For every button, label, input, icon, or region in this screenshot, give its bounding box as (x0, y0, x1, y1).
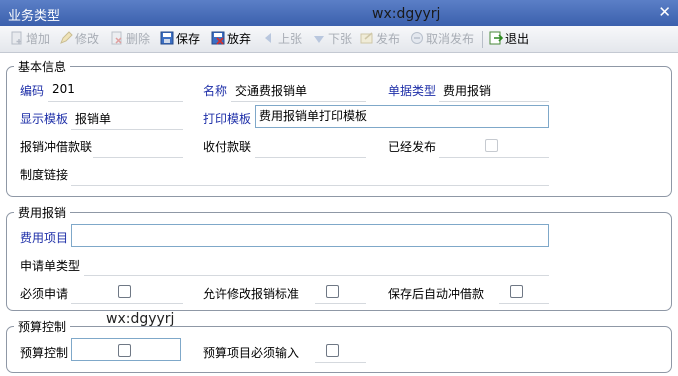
must-apply-checkbox[interactable] (118, 285, 131, 298)
print-template-label: 打印模板 (203, 112, 252, 126)
publish-icon (360, 32, 373, 44)
watermark-secondary: wx:dgyyrj (106, 311, 175, 327)
allow-modify-checkbox[interactable] (326, 285, 339, 298)
save-label: 保存 (176, 32, 201, 46)
save-button[interactable]: 保存 (160, 30, 200, 49)
offset-loan-underline (93, 157, 183, 158)
code-field[interactable]: 201 (52, 82, 75, 96)
delete-label: 删除 (126, 32, 151, 46)
published-label: 已经发布 (388, 140, 437, 154)
toolbar: 增加 修改 删除 保存 放弃 上张 下张 发布 取消发布 退出 (0, 26, 678, 53)
allow-modify-label: 允许修改报销标准 (203, 287, 300, 301)
add-label: 增加 (26, 32, 51, 46)
expense-legend: 费用报销 (14, 204, 71, 221)
name-label: 名称 (203, 84, 228, 98)
payment-label: 收付款联 (203, 140, 252, 154)
published-checkbox[interactable] (485, 139, 498, 152)
auto-offset-label: 保存后自动冲借款 (388, 287, 485, 301)
next-label: 下张 (328, 32, 353, 46)
close-icon[interactable]: ✕ (658, 3, 671, 21)
add-icon (11, 31, 22, 45)
arrow-left-icon (265, 33, 271, 43)
must-apply-underline (71, 303, 183, 304)
basic-info-legend: 基本信息 (14, 58, 71, 75)
display-template-field[interactable]: 报销单 (75, 110, 111, 127)
delete-icon (111, 31, 122, 45)
edit-button[interactable]: 修改 (59, 30, 99, 49)
must-apply-label: 必须申请 (20, 287, 69, 301)
discard-label: 放弃 (227, 32, 252, 46)
budget-legend: 预算控制 (14, 318, 71, 335)
exit-button[interactable]: 退出 (489, 30, 529, 49)
toolbar-separator (482, 31, 483, 48)
title-bar: 业务类型 ✕ (0, 0, 678, 26)
publish-button[interactable]: 发布 (360, 30, 400, 49)
budget-item-required-underline (315, 362, 366, 363)
discard-button[interactable]: 放弃 (211, 30, 251, 49)
doc-type-underline (439, 101, 549, 102)
payment-underline (255, 157, 366, 158)
expense-item-input[interactable] (71, 224, 549, 247)
allow-modify-underline (315, 303, 366, 304)
exit-label: 退出 (505, 32, 530, 46)
name-field[interactable]: 交通费报销单 (235, 82, 307, 99)
display-template-underline (71, 129, 183, 130)
request-type-label: 申请单类型 (20, 259, 81, 273)
discard-icon (211, 31, 225, 45)
code-underline (48, 101, 183, 102)
edit-label: 修改 (75, 32, 100, 46)
auto-offset-checkbox[interactable] (510, 285, 523, 298)
add-button[interactable]: 增加 (10, 30, 50, 49)
prev-button[interactable]: 上张 (262, 30, 302, 49)
pencil-icon (60, 31, 73, 44)
delete-button[interactable]: 删除 (110, 30, 150, 49)
arrow-down-icon (314, 36, 324, 43)
auto-offset-underline (499, 303, 549, 304)
unpublish-label: 取消发布 (426, 32, 475, 46)
doc-type-field[interactable]: 费用报销 (443, 82, 491, 99)
doc-type-label: 单据类型 (388, 84, 437, 98)
window-title: 业务类型 (8, 9, 61, 24)
budget-item-required-checkbox[interactable] (326, 344, 339, 357)
floppy-disk-icon (160, 31, 174, 45)
request-type-underline (84, 275, 549, 276)
name-underline (231, 101, 366, 102)
next-button[interactable]: 下张 (312, 30, 352, 49)
unpublish-button[interactable]: 取消发布 (410, 30, 474, 49)
print-template-input[interactable]: 费用报销单打印模板 (255, 105, 549, 128)
display-template-label: 显示模板 (20, 112, 69, 126)
publish-label: 发布 (376, 32, 401, 46)
published-underline (439, 157, 549, 158)
expense-item-label: 费用项目 (20, 231, 69, 245)
code-label: 编码 (20, 84, 45, 98)
prev-label: 上张 (278, 32, 303, 46)
budget-control-label: 预算控制 (20, 346, 69, 360)
budget-control-checkbox[interactable] (118, 344, 131, 357)
policy-link-label: 制度链接 (20, 168, 69, 182)
offset-loan-label: 报销冲借款联 (20, 140, 93, 154)
unpublish-icon (411, 32, 423, 44)
basic-info-group (6, 66, 672, 197)
exit-icon (489, 31, 503, 45)
watermark: wx:dgyyrj (372, 6, 441, 22)
policy-link-underline (71, 185, 549, 186)
budget-item-required-label: 预算项目必须输入 (203, 346, 300, 360)
